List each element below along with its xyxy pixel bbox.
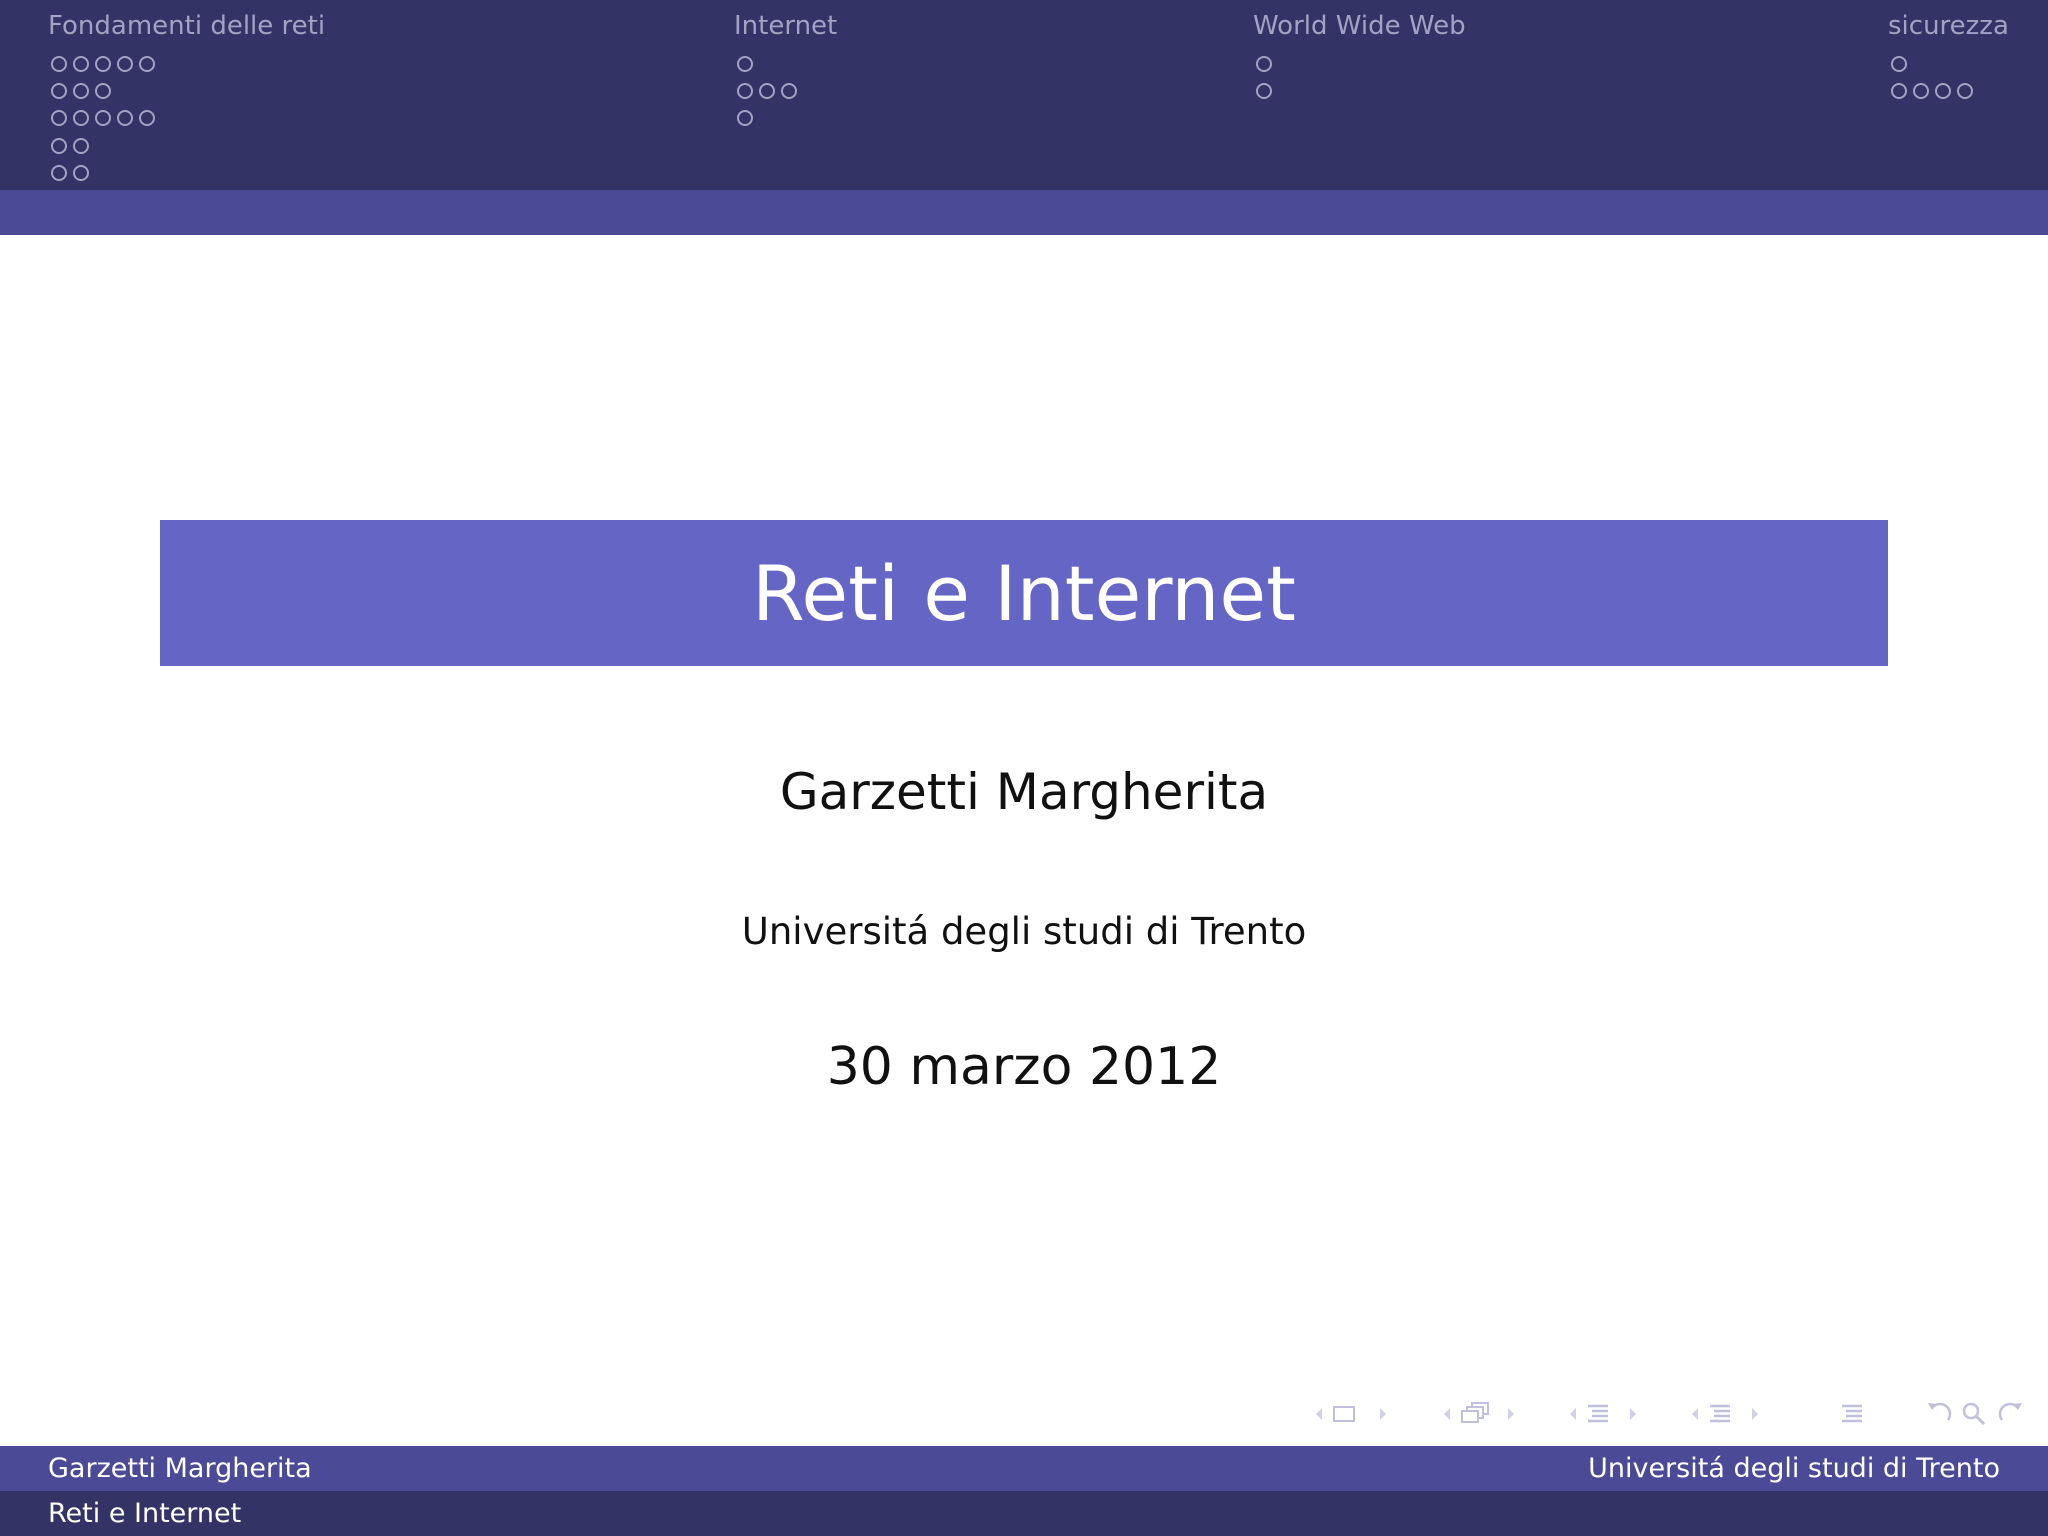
subsection-row (51, 77, 161, 104)
footer-title-bar: Reti e Internet (0, 1491, 2048, 1536)
frame-dot[interactable] (117, 55, 133, 72)
forward-icon[interactable] (1992, 1398, 2028, 1430)
subsection-frame-dots (1256, 50, 1278, 105)
subsection-frame-dots (1891, 50, 1979, 105)
header-subsection-band (0, 190, 2048, 235)
frame-dot[interactable] (73, 110, 89, 127)
subsection-frame-dots (737, 50, 803, 132)
footer-author-institute-bar: Garzetti Margherita Universitá degli stu… (0, 1446, 2048, 1491)
frame-dot[interactable] (1891, 82, 1907, 99)
frame-dot[interactable] (51, 82, 67, 99)
subsection-row (737, 50, 803, 77)
subsection-row (737, 77, 803, 104)
subsection-row (737, 105, 803, 132)
subsection-nav-icon[interactable] (1564, 1398, 1654, 1430)
frame-dot[interactable] (95, 110, 111, 127)
subsection-row (1256, 50, 1278, 77)
frame-dot[interactable] (781, 82, 797, 99)
frame-dot[interactable] (139, 55, 155, 72)
footer-title: Reti e Internet (48, 1498, 242, 1529)
frame-dot[interactable] (73, 137, 89, 154)
nav-section-title[interactable]: sicurezza (1888, 10, 2009, 42)
subsection-row (1891, 50, 1979, 77)
slide-nav-icon[interactable] (1310, 1398, 1400, 1430)
frame-dot[interactable] (737, 110, 753, 127)
subsection-row (1256, 77, 1278, 104)
section-navigation-bar: Fondamenti delle reti Internet World Wid… (0, 0, 2048, 190)
subsection-row (51, 105, 161, 132)
frame-dot[interactable] (51, 55, 67, 72)
nav-section-title[interactable]: Internet (734, 10, 837, 42)
frame-dot[interactable] (737, 82, 753, 99)
section-nav-icon[interactable] (1686, 1398, 1776, 1430)
nav-section-title[interactable]: Fondamenti delle reti (48, 10, 325, 42)
frame-dot[interactable] (73, 164, 89, 181)
navigation-symbols (1310, 1398, 2040, 1430)
slide-institute: Universitá degli studi di Trento (741, 910, 1307, 953)
frame-dot[interactable] (73, 82, 89, 99)
frame-dot[interactable] (1256, 82, 1272, 99)
frame-dot[interactable] (1913, 82, 1929, 99)
frame-dot[interactable] (139, 110, 155, 127)
frame-dot[interactable] (737, 55, 753, 72)
slide-date: 30 marzo 2012 (826, 1037, 1222, 1097)
footer-author: Garzetti Margherita (48, 1453, 312, 1484)
frame-dot[interactable] (51, 137, 67, 154)
frame-nav-icon[interactable] (1438, 1398, 1528, 1430)
frame-dot[interactable] (1957, 82, 1973, 99)
slide-author: Garzetti Margherita (779, 763, 1269, 821)
subsection-row (51, 132, 161, 159)
frame-dot[interactable] (1256, 55, 1272, 72)
subsection-row (51, 159, 161, 186)
frame-dot[interactable] (51, 110, 67, 127)
nav-section-title[interactable]: World Wide Web (1253, 10, 1466, 42)
footer-institute: Universitá degli studi di Trento (1588, 1453, 2000, 1484)
subsection-row (51, 50, 161, 77)
frame-dot[interactable] (73, 55, 89, 72)
document-nav-icon[interactable] (1836, 1398, 1876, 1430)
frame-dot[interactable] (1935, 82, 1951, 99)
frame-dot[interactable] (95, 55, 111, 72)
frame-dot[interactable] (51, 164, 67, 181)
slide-title: Reti e Internet (752, 548, 1296, 638)
frame-dot[interactable] (95, 82, 111, 99)
frame-dot[interactable] (117, 110, 133, 127)
subsection-frame-dots (51, 50, 161, 186)
back-icon[interactable] (1922, 1398, 1958, 1430)
frame-dot[interactable] (759, 82, 775, 99)
frame-dot[interactable] (1891, 55, 1907, 72)
search-icon[interactable] (1958, 1398, 1990, 1430)
subsection-row (1891, 77, 1979, 104)
title-box: Reti e Internet (160, 520, 1888, 666)
